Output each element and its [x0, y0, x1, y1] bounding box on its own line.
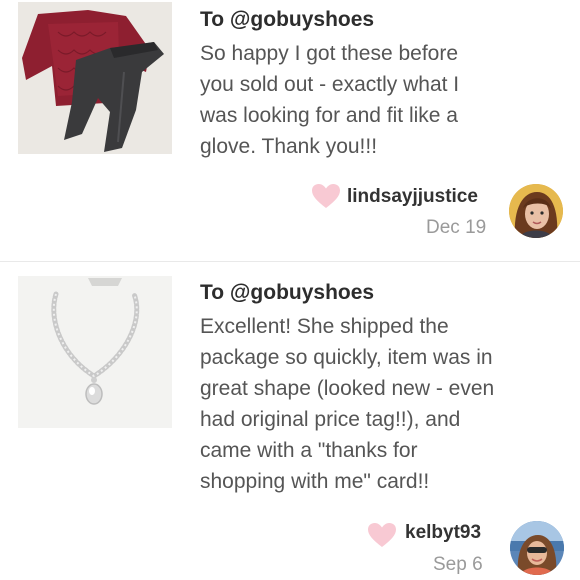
review-card: To @gobuyshoes So happy I got these befo…	[0, 0, 580, 262]
review-text-line: came with a "thanks for	[200, 439, 418, 462]
item-thumbnail[interactable]	[18, 276, 172, 428]
review-text-line: shopping with me" card!!	[200, 470, 430, 493]
reviewer-username[interactable]: lindsayjjustice	[347, 186, 478, 208]
review-date: Dec 19	[426, 217, 487, 238]
avatar[interactable]	[509, 184, 563, 238]
item-thumbnail[interactable]	[18, 2, 172, 154]
review-text-line: was looking for and fit like a	[200, 104, 458, 127]
review-text-line: you sold out - exactly what I	[200, 73, 460, 96]
review-recipient[interactable]: To @gobuyshoes	[200, 8, 374, 32]
sweater-jeans-image	[18, 2, 172, 154]
review-text-line: package so quickly, item was in	[200, 346, 493, 369]
review-text-line: great shape (looked new - even	[200, 377, 495, 400]
reviewer-username[interactable]: kelbyt93	[405, 522, 481, 544]
review-text-line: Excellent! She shipped the	[200, 315, 449, 338]
heart-icon[interactable]	[311, 183, 341, 209]
review-text-line: So happy I got these before	[200, 42, 459, 65]
review-date: Sep 6	[433, 554, 483, 575]
avatar[interactable]	[510, 521, 564, 575]
review-text: Excellent! She shipped the package so qu…	[200, 311, 570, 497]
review-recipient[interactable]: To @gobuyshoes	[200, 281, 374, 305]
review-card: To @gobuyshoes Excellent! She shipped th…	[0, 264, 580, 580]
review-text-line: glove. Thank you!!!	[200, 135, 378, 158]
review-text: So happy I got these before you sold out…	[200, 38, 570, 162]
review-text-line: had original price tag!!), and	[200, 408, 461, 431]
divider	[0, 261, 580, 262]
heart-icon[interactable]	[367, 522, 397, 548]
necklace-image	[18, 276, 172, 428]
